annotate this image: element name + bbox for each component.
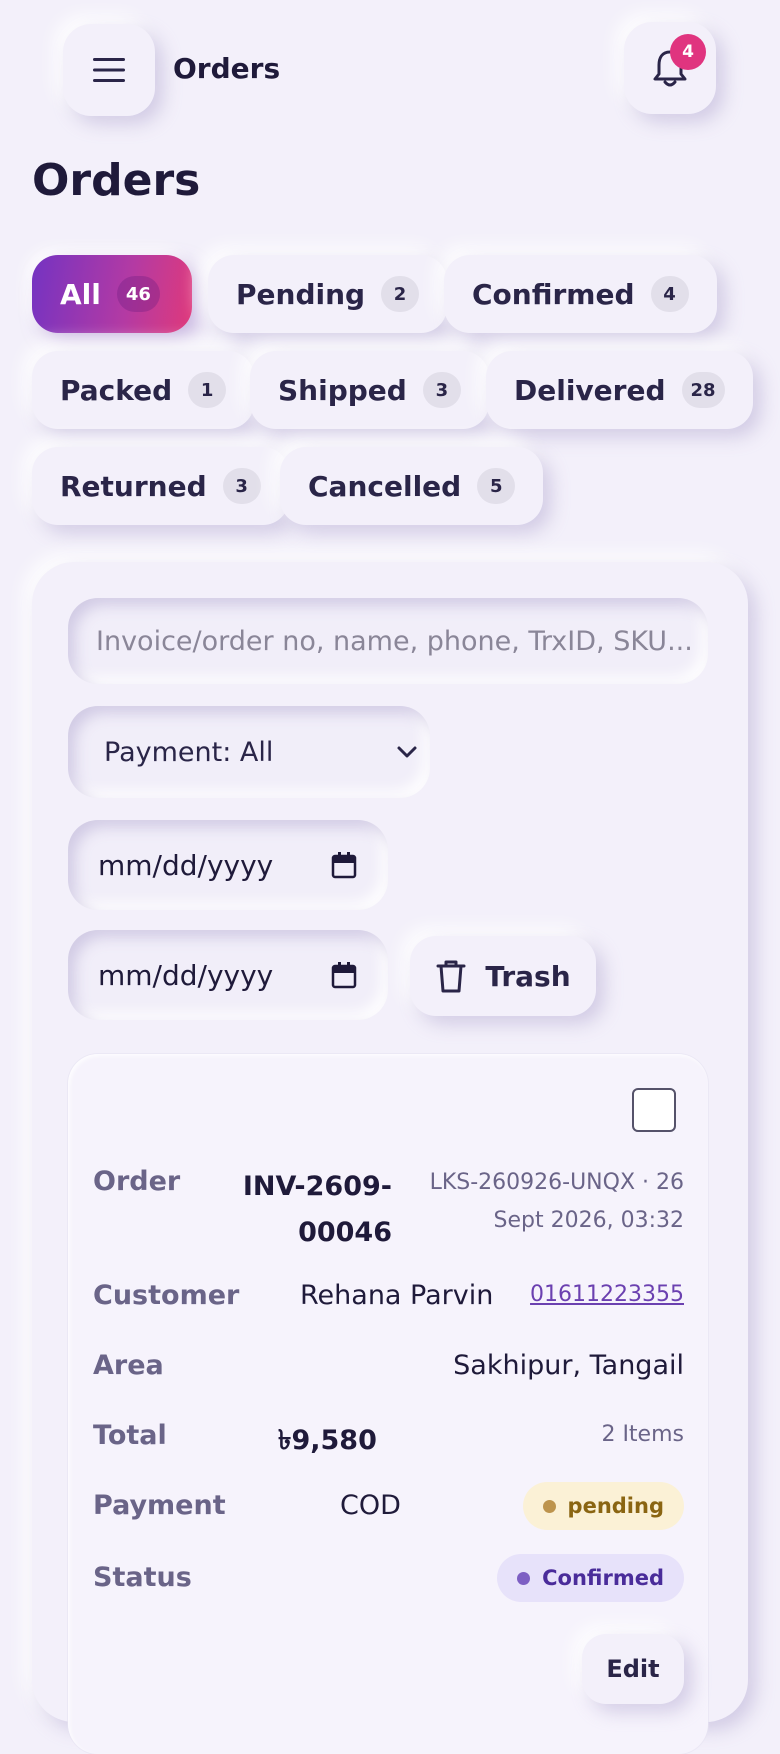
order-card: Order INV-2609- 00046 LKS-260926-UNQX · … [68,1054,708,1754]
order-number-line1: INV-2609- [242,1171,392,1202]
order-number[interactable]: INV-2609- 00046 [208,1164,392,1256]
date-from-placeholder: mm/dd/yyyy [98,848,274,882]
top-bar: Orders 4 [0,0,780,140]
order-meta: LKS-260926-UNQX · 26 Sept 2026, 03:32 [424,1164,684,1240]
tab-all[interactable]: All 46 [32,255,192,333]
hamburger-menu-icon [93,58,125,82]
payment-status-badge: pending [522,1482,684,1530]
calendar-icon [331,852,357,879]
tab-cancelled[interactable]: Cancelled 5 [280,447,544,525]
search-placeholder: Invoice/order no, name, phone, TrxID, SK… [96,625,693,657]
edit-order-button[interactable]: Edit [582,1634,684,1704]
customer-name: Rehana Parvin [300,1280,494,1311]
tab-label: Returned [60,469,207,503]
status-dot-icon [542,1499,556,1513]
date-to-placeholder: mm/dd/yyyy [98,958,274,992]
tab-label: Cancelled [308,469,462,503]
tab-count: 2 [381,276,420,312]
tab-count: 1 [188,372,227,408]
tab-label: All [60,277,101,311]
order-status-text: Confirmed [542,1566,664,1590]
page-title: Orders [32,155,201,206]
tab-pending[interactable]: Pending 2 [208,255,448,333]
order-status-badge: Confirmed [497,1554,684,1602]
trash-label: Trash [485,959,571,993]
order-label: Order [93,1166,181,1197]
tab-label: Confirmed [472,277,635,311]
orders-panel: Invoice/order no, name, phone, TrxID, SK… [32,562,748,1754]
area-label: Area [93,1350,164,1381]
order-meta-line1: LKS-260926-UNQX · 26 [429,1170,684,1195]
tab-shipped[interactable]: Shipped 3 [250,351,489,429]
status-dot-icon [517,1571,531,1585]
tab-count: 3 [222,468,261,504]
tab-label: Packed [60,373,173,407]
payment-method: COD [340,1490,401,1521]
header-title: Orders [173,52,281,85]
search-input[interactable]: Invoice/order no, name, phone, TrxID, SK… [68,598,708,684]
tab-count: 46 [116,276,160,312]
trash-icon [436,960,466,993]
notification-badge: 4 [670,34,706,70]
total-label: Total [93,1420,167,1451]
tab-packed[interactable]: Packed 1 [32,351,255,429]
order-items-count: 2 Items [601,1422,684,1447]
tab-count: 4 [650,276,689,312]
customer-phone-link[interactable]: 01611223355 [530,1282,684,1307]
order-meta-line2: Sept 2026, 03:32 [493,1208,684,1233]
date-to-input[interactable]: mm/dd/yyyy [68,930,388,1020]
payment-status-text: pending [567,1494,664,1518]
customer-label: Customer [93,1280,240,1311]
calendar-icon [331,962,357,989]
tab-count: 3 [422,372,461,408]
tab-label: Delivered [514,373,666,407]
status-label: Status [93,1562,192,1593]
tab-delivered[interactable]: Delivered 28 [486,351,753,429]
notifications-button[interactable]: 4 [624,22,716,114]
order-number-line2: 00046 [298,1217,392,1248]
payment-label: Payment [93,1490,226,1521]
tab-label: Pending [236,277,366,311]
menu-button[interactable] [63,24,155,116]
trash-button[interactable]: Trash [410,936,596,1016]
payment-select-value: Payment: All [104,736,274,768]
tab-confirmed[interactable]: Confirmed 4 [444,255,717,333]
tab-count: 5 [477,468,516,504]
order-total: ৳9,580 [278,1425,377,1456]
tab-count: 28 [681,372,725,408]
tab-returned[interactable]: Returned 3 [32,447,289,525]
chevron-down-icon [397,746,417,758]
tab-label: Shipped [278,373,407,407]
date-from-input[interactable]: mm/dd/yyyy [68,820,388,910]
customer-area: Sakhipur, Tangail [453,1350,684,1381]
payment-filter-select[interactable]: Payment: All [68,706,430,798]
order-select-checkbox[interactable] [632,1088,676,1132]
